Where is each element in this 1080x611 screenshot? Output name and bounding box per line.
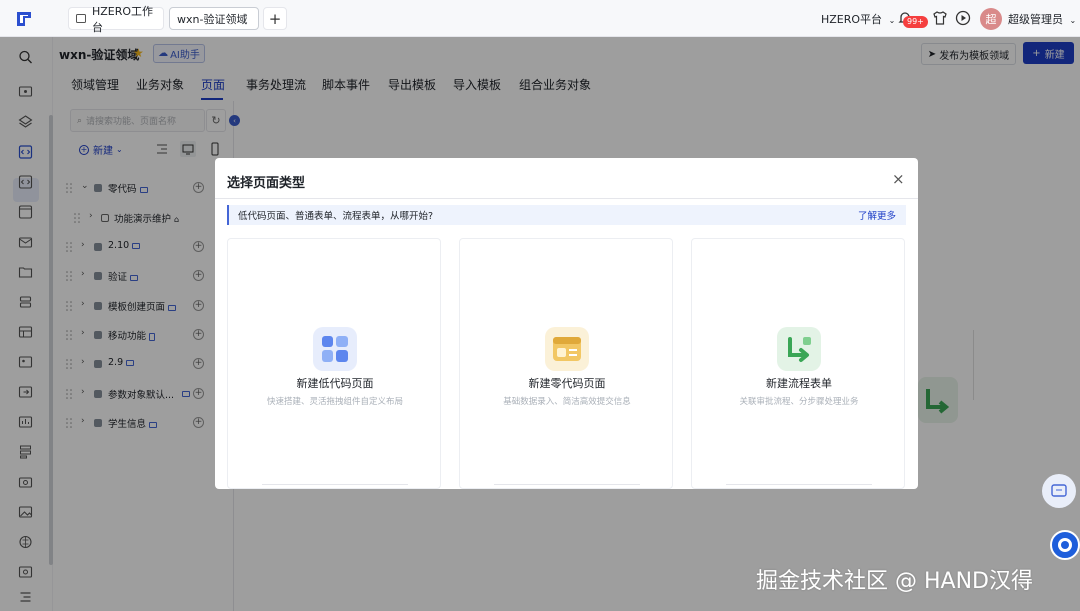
user-menu[interactable]: 超级管理员 ⌄: [1008, 11, 1076, 27]
card-divider: [494, 484, 640, 485]
tab-label: HZERO工作台: [92, 4, 154, 34]
tip-banner: 低代码页面、普通表单、流程表单，从哪开始? 了解更多: [227, 205, 906, 225]
card-title: 新建流程表单: [766, 377, 832, 390]
card-desc: 快速搭建、灵活拖拽组件自定义布局: [266, 397, 403, 407]
tab-workbench[interactable]: HZERO工作台: [68, 5, 164, 34]
close-icon[interactable]: ×: [892, 170, 905, 188]
chevron-down-icon: ⌄: [888, 16, 896, 25]
support-button[interactable]: [1050, 530, 1080, 560]
user-name: 超级管理员: [1008, 13, 1063, 26]
divider: [215, 198, 918, 199]
chat-icon: [1051, 484, 1067, 497]
card-title: 新建低代码页面: [296, 377, 374, 390]
platform-label: HZERO平台: [821, 13, 883, 26]
low-code-page-card[interactable]: 新建低代码页面 快速搭建、灵活拖拽组件自定义布局: [227, 238, 441, 489]
monitor-icon: [76, 14, 86, 23]
grid-blocks-icon: [313, 327, 357, 371]
learn-more-link[interactable]: 了解更多: [858, 208, 896, 222]
card-desc: 关联审批流程、分步骤处理业务: [739, 397, 859, 407]
zero-code-page-card[interactable]: 新建零代码页面 基础数据录入、简洁高效提交信息: [459, 238, 673, 489]
card-title: 新建零代码页面: [528, 377, 606, 390]
avatar[interactable]: 超: [980, 8, 1002, 30]
card-desc: 基础数据录入、简洁高效提交信息: [503, 397, 631, 407]
watermark: 掘金技术社区 @ HAND汉得: [756, 569, 1033, 594]
app-logo-icon[interactable]: [14, 9, 34, 29]
flow-form-card[interactable]: 新建流程表单 关联审批流程、分步骤处理业务: [691, 238, 905, 489]
play-circle-icon[interactable]: [955, 10, 971, 26]
platform-switcher[interactable]: HZERO平台 ⌄: [821, 11, 895, 27]
flow-arrow-icon: [777, 327, 821, 371]
modal-title: 选择页面类型: [227, 176, 306, 191]
tip-text: 低代码页面、普通表单、流程表单，从哪开始?: [238, 211, 434, 222]
form-card-icon: [545, 327, 589, 371]
tab-domain[interactable]: wxn-验证领域: [169, 7, 259, 30]
card-divider: [726, 484, 872, 485]
support-icon: [1058, 538, 1072, 552]
add-tab-button[interactable]: +: [263, 7, 287, 30]
card-divider: [262, 484, 408, 485]
chevron-down-icon: ⌄: [1069, 16, 1077, 25]
tab-label: wxn-验证领域: [177, 12, 248, 26]
notification-badge: 99+: [903, 16, 928, 28]
top-bar: HZERO工作台 wxn-验证领域 + HZERO平台 ⌄ 99+ 超 超级管理…: [0, 0, 1080, 37]
page-type-modal: 选择页面类型 × 低代码页面、普通表单、流程表单，从哪开始? 了解更多 新建低代…: [215, 158, 918, 489]
shirt-icon[interactable]: [932, 10, 948, 26]
floating-tool-button[interactable]: [1042, 474, 1076, 508]
